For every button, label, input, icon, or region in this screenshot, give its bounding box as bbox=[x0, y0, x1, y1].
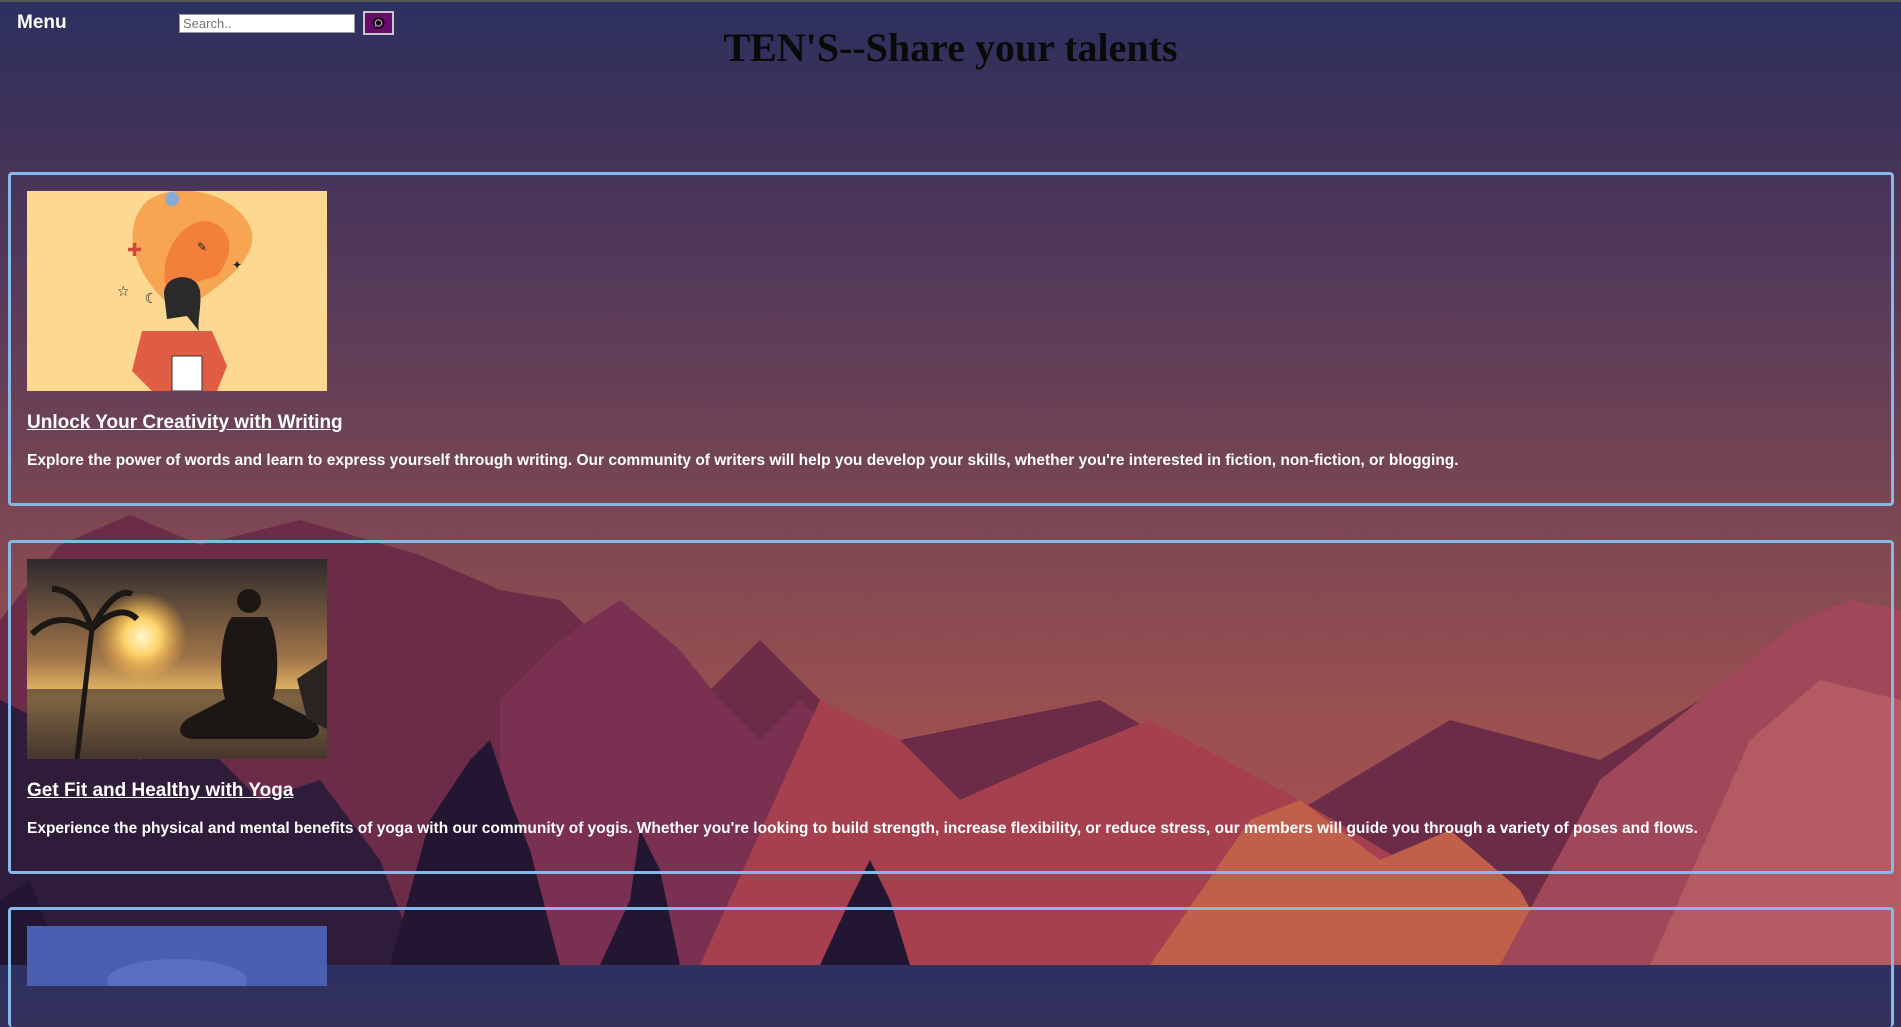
card-title-link[interactable]: Unlock Your Creativity with Writing bbox=[27, 412, 343, 434]
talent-card-writing: ✚ ☆ ☾ ✎ ✦ Unlock Your Creativity with Wr… bbox=[8, 172, 1894, 506]
card-title-link[interactable]: Get Fit and Healthy with Yoga bbox=[27, 780, 293, 802]
top-border bbox=[0, 0, 1901, 2]
svg-text:✦: ✦ bbox=[232, 258, 242, 272]
card-description: Explore the power of words and learn to … bbox=[27, 452, 1459, 469]
svg-text:☾: ☾ bbox=[145, 291, 158, 307]
blue-image-partial bbox=[27, 926, 327, 986]
talent-card-partial bbox=[8, 907, 1894, 1027]
svg-text:☆: ☆ bbox=[117, 284, 130, 300]
card-description: Experience the physical and mental benef… bbox=[27, 820, 1698, 837]
svg-text:✎: ✎ bbox=[197, 240, 207, 254]
yoga-sunset-photo bbox=[27, 559, 327, 759]
writing-illustration: ✚ ☆ ☾ ✎ ✦ bbox=[27, 191, 327, 391]
svg-text:✚: ✚ bbox=[127, 240, 142, 261]
page-title: TEN'S--Share your talents bbox=[723, 25, 1178, 70]
talent-card-yoga: Get Fit and Healthy with Yoga Experience… bbox=[8, 540, 1894, 874]
